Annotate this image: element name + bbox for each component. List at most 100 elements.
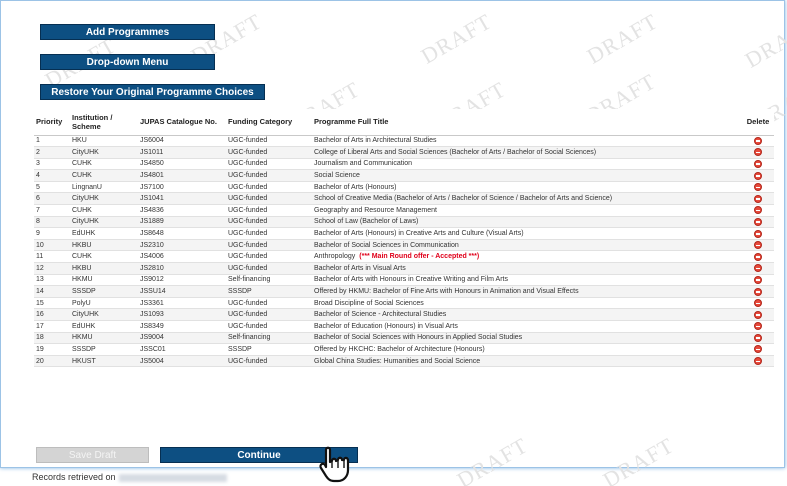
cell-priority: 18 — [34, 332, 70, 345]
delete-icon[interactable] — [754, 275, 762, 284]
delete-icon[interactable] — [754, 229, 762, 238]
hand-pointer-icon — [319, 446, 350, 483]
header-delete: Delete — [742, 109, 774, 136]
delete-icon[interactable] — [754, 252, 762, 261]
cell-title: Bachelor of Education (Honours) in Visua… — [312, 320, 742, 333]
cell-priority: 12 — [34, 262, 70, 275]
redacted-timestamp — [118, 473, 227, 482]
table-row: 8 CityUHK JS1889 UGC-funded School of Law (B… — [34, 216, 774, 229]
table-row: 9 EdUHK JS8648 UGC-funded Bachelor of Arts (… — [34, 227, 774, 240]
cell-priority: 15 — [34, 297, 70, 310]
delete-icon[interactable] — [754, 357, 762, 366]
delete-icon[interactable] — [754, 322, 762, 331]
cell-catalogue: JS1041 — [138, 192, 226, 206]
programme-title: Bachelor of Social Sciences in Communica… — [314, 241, 459, 249]
cell-title: Journalism and Communication — [312, 158, 742, 171]
delete-icon[interactable] — [754, 136, 762, 145]
cell-funding: UGC-funded — [226, 158, 312, 171]
programme-title: College of Liberal Arts and Social Scien… — [314, 148, 597, 156]
programme-title: Bachelor of Arts (Honours) in Creative A… — [314, 230, 524, 238]
cell-title: Bachelor of Arts in Visual Arts — [312, 262, 742, 275]
cell-title: Bachelor of Arts (Honours) in Creative A… — [312, 227, 742, 240]
delete-icon[interactable] — [754, 183, 762, 192]
cell-institution: CUHK — [70, 158, 138, 171]
programme-title: Bachelor of Science - Architectural Stud… — [314, 311, 447, 319]
cell-institution: LingnanU — [70, 181, 138, 194]
delete-icon[interactable] — [754, 194, 762, 203]
cell-delete — [742, 308, 774, 321]
delete-icon[interactable] — [754, 148, 762, 157]
cell-delete — [742, 146, 774, 159]
cell-priority: 8 — [34, 216, 70, 229]
programme-title: Geography and Resource Management — [314, 206, 437, 214]
cell-delete — [742, 250, 774, 264]
cell-institution: HKMU — [70, 274, 138, 287]
delete-icon[interactable] — [754, 159, 762, 168]
cell-institution: CityUHK — [70, 308, 138, 321]
delete-icon[interactable] — [754, 206, 762, 215]
cell-funding: UGC-funded — [226, 239, 312, 252]
cell-delete — [742, 158, 774, 171]
cell-institution: CUHK — [70, 204, 138, 217]
delete-icon[interactable] — [754, 287, 762, 296]
cell-funding: UGC-funded — [226, 262, 312, 275]
delete-icon[interactable] — [754, 171, 762, 180]
cell-funding: UGC-funded — [226, 297, 312, 310]
table-row: 3 CUHK JS4850 UGC-funded Journalism and Comm… — [34, 158, 774, 171]
cell-funding: UGC-funded — [226, 169, 312, 182]
cell-priority: 5 — [34, 181, 70, 194]
delete-icon[interactable] — [754, 299, 762, 308]
delete-icon[interactable] — [754, 345, 762, 354]
delete-icon[interactable] — [754, 333, 762, 342]
records-retrieved: Records retrieved on — [32, 472, 227, 482]
cell-priority: 3 — [34, 158, 70, 171]
dropdown-menu-button[interactable]: Drop-down Menu — [40, 54, 215, 70]
cell-catalogue: JS9004 — [138, 332, 226, 345]
cell-catalogue: JS4006 — [138, 250, 226, 264]
cell-title: School of Creative Media (Bachelor of Ar… — [312, 192, 742, 206]
table-row: 15 PolyU JS3361 UGC-funded Broad Discipline … — [34, 297, 774, 310]
cell-priority: 6 — [34, 192, 70, 206]
cell-catalogue: JS9012 — [138, 274, 226, 287]
cell-title: Bachelor of Arts with Honours in Creativ… — [312, 274, 742, 287]
table-row: 2 CityUHK JS1011 UGC-funded College of Liber… — [34, 146, 774, 159]
cell-title: Bachelor of Social Sciences in Communica… — [312, 239, 742, 252]
programme-title: School of Law (Bachelor of Laws) — [314, 218, 419, 226]
programme-choices-table: Priority Institution / Scheme JUPAS Cata… — [34, 109, 774, 368]
cell-priority: 11 — [34, 250, 70, 264]
cell-delete — [742, 320, 774, 333]
table-row: 19 SSSDP JSSC01 SSSDP Offered by HKCHC: Bach… — [34, 343, 774, 356]
cell-funding: SSSDP — [226, 285, 312, 298]
cell-institution: HKBU — [70, 262, 138, 275]
cell-priority: 1 — [34, 135, 70, 148]
cell-delete — [742, 216, 774, 229]
programme-title: Global China Studies: Humanities and Soc… — [314, 357, 481, 365]
cell-institution: SSSDP — [70, 285, 138, 298]
cell-delete — [742, 135, 774, 148]
cell-funding: UGC-funded — [226, 355, 312, 368]
programme-title: Offered by HKCHC: Bachelor of Architectu… — [314, 345, 485, 353]
delete-icon[interactable] — [754, 264, 762, 273]
restore-choices-button[interactable]: Restore Your Original Programme Choices — [40, 84, 265, 100]
cell-institution: SSSDP — [70, 343, 138, 356]
add-programmes-button[interactable]: Add Programmes — [40, 24, 215, 40]
cell-title: Global China Studies: Humanities and Soc… — [312, 355, 742, 368]
cell-institution: CUHK — [70, 169, 138, 182]
delete-icon[interactable] — [754, 217, 762, 226]
cell-priority: 2 — [34, 146, 70, 159]
delete-icon[interactable] — [754, 241, 762, 250]
programme-title: Anthropology — [314, 253, 356, 261]
cell-funding: UGC-funded — [226, 204, 312, 217]
table-row: 18 HKMU JS9004 Self-financing Bachelor of So… — [34, 332, 774, 345]
delete-icon[interactable] — [754, 310, 762, 319]
cell-priority: 9 — [34, 227, 70, 240]
cell-delete — [742, 262, 774, 275]
cell-delete — [742, 192, 774, 206]
table-row: 11 CUHK JS4006 UGC-funded Anthropology (*** M… — [34, 250, 774, 264]
programme-title: Bachelor of Arts in Architectural Studie… — [314, 137, 437, 145]
cell-funding: UGC-funded — [226, 250, 312, 264]
cell-funding: UGC-funded — [226, 192, 312, 206]
cell-institution: HKU — [70, 135, 138, 148]
programme-title: Bachelor of Arts with Honours in Creativ… — [314, 276, 509, 284]
header-funding: Funding Category — [226, 109, 312, 136]
